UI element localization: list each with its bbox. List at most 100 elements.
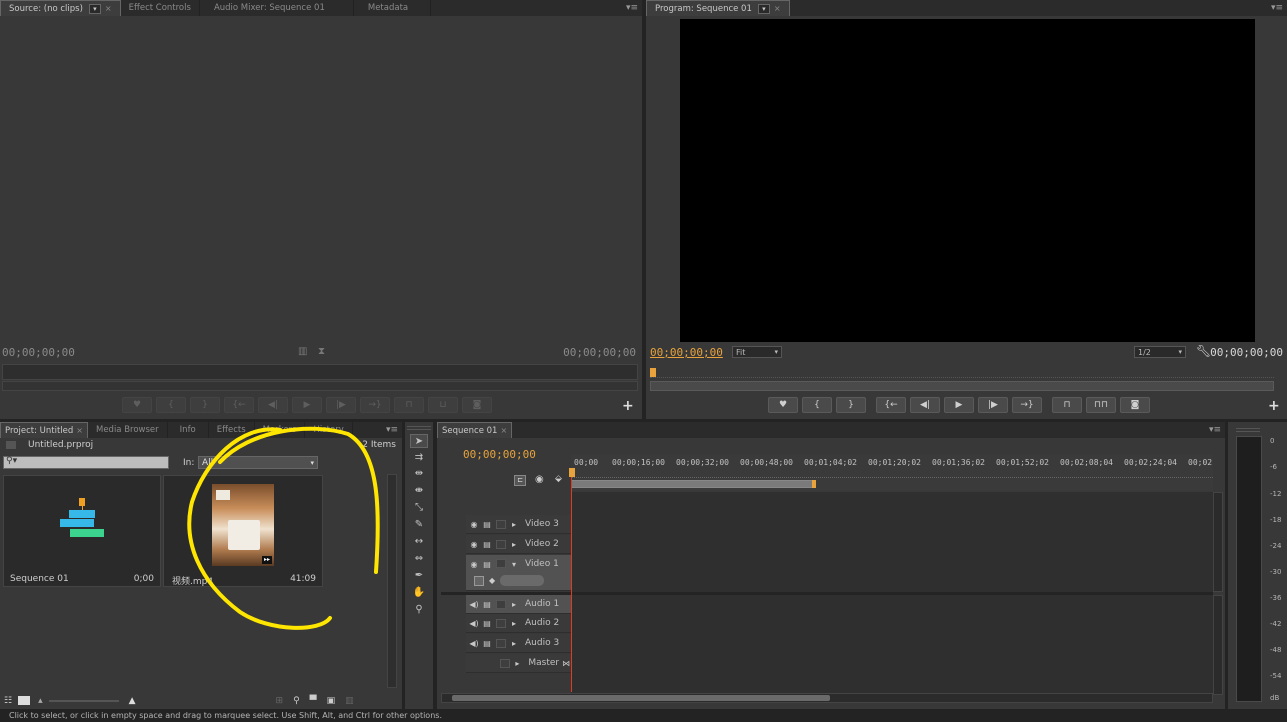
mark-out-icon[interactable]: } xyxy=(836,397,866,413)
find-icon[interactable]: ⚲ xyxy=(293,696,300,706)
program-playhead-icon[interactable] xyxy=(650,368,656,377)
program-video-canvas[interactable] xyxy=(680,19,1255,342)
project-item-sequence[interactable]: Sequence 01 0;00 xyxy=(3,475,161,587)
zoom-in-icon[interactable]: ▲ xyxy=(129,696,136,706)
razor-tool-icon[interactable]: ✎ xyxy=(410,517,428,531)
in-select[interactable]: All ▾ xyxy=(198,456,318,469)
source-time-ruler[interactable] xyxy=(2,364,638,380)
scroll-thumb[interactable] xyxy=(452,695,830,701)
audio-tracks-scrollbar[interactable] xyxy=(1213,595,1223,695)
step-forward-icon[interactable]: |▶ xyxy=(326,397,356,413)
work-area-bar[interactable] xyxy=(571,480,814,488)
sync-lock-icon[interactable]: ▤ xyxy=(482,559,492,569)
track-header-master[interactable]: ▸ Master ⋈ xyxy=(466,654,571,673)
collapse-icon[interactable]: ▾ xyxy=(509,559,519,569)
hand-tool-icon[interactable]: ✋ xyxy=(410,585,428,599)
camera-icon[interactable]: ◙ xyxy=(1120,397,1150,413)
chevron-down-icon[interactable]: ▾ xyxy=(757,3,770,14)
eye-icon[interactable]: ◉ xyxy=(469,559,479,569)
add-keyframe-icon[interactable]: ◆ xyxy=(489,576,495,585)
project-scrollbar[interactable] xyxy=(387,474,397,688)
lock-toggle[interactable] xyxy=(496,539,506,549)
zoom-tool-icon[interactable]: ⚲ xyxy=(410,602,428,616)
settings-wrench-icon[interactable]: 🔧︎ xyxy=(1196,344,1211,358)
track-header-audio-3[interactable]: ◀) ▤ ▸ Audio 3 xyxy=(466,634,571,653)
tab-audio-mixer[interactable]: Audio Mixer: Sequence 01 xyxy=(200,0,354,16)
search-input[interactable]: ⚲▾ xyxy=(3,456,169,469)
timeline-playhead-icon[interactable] xyxy=(569,468,575,477)
tab-source[interactable]: Source: (no clips) ▾ × xyxy=(0,0,121,16)
list-view-icon[interactable]: ☷ xyxy=(4,696,12,706)
sequence-timecode[interactable]: 00;00;00;00 xyxy=(463,448,536,461)
tab-history[interactable]: History xyxy=(305,422,353,438)
tab-metadata[interactable]: Metadata xyxy=(354,0,432,16)
timeline-playhead-line[interactable] xyxy=(571,477,572,692)
panel-menu-icon[interactable]: ▾≡ xyxy=(1209,422,1221,438)
lock-toggle[interactable] xyxy=(496,559,506,568)
drag-audio-icon[interactable]: ⧗ xyxy=(318,346,325,357)
expand-icon[interactable]: ▸ xyxy=(509,618,519,628)
expand-icon[interactable]: ▸ xyxy=(509,638,519,648)
project-item-video[interactable]: ▸▸ 视频.mp4 41:09 xyxy=(163,475,323,587)
tab-markers[interactable]: Markers xyxy=(255,422,306,438)
expand-icon[interactable]: ▸ xyxy=(509,519,519,529)
video-tracks-scrollbar[interactable] xyxy=(1213,492,1223,592)
track-header-audio-1[interactable]: ◀) ▤ ▸ Audio 1 xyxy=(466,595,571,614)
new-item-icon[interactable]: ▣ xyxy=(327,696,336,706)
lock-toggle[interactable] xyxy=(496,638,506,648)
speaker-icon[interactable]: ◀) xyxy=(469,618,479,628)
selection-tool-icon[interactable]: ➤ xyxy=(410,434,428,448)
panel-menu-icon[interactable]: ▾≡ xyxy=(1271,0,1283,16)
expand-icon[interactable]: ▸ xyxy=(513,658,523,668)
eye-icon[interactable]: ◉ xyxy=(469,539,479,549)
go-to-out-icon[interactable]: →} xyxy=(1012,397,1042,413)
mark-in-icon[interactable]: { xyxy=(802,397,832,413)
add-button-icon[interactable]: + xyxy=(1268,398,1280,414)
go-to-out-icon[interactable]: →} xyxy=(360,397,390,413)
video-tracks-area[interactable] xyxy=(571,492,1213,592)
slide-tool-icon[interactable]: ⇔ xyxy=(410,551,428,565)
snap-icon[interactable]: ⊏ xyxy=(514,475,526,486)
speaker-icon[interactable]: ◀) xyxy=(469,599,479,609)
zoom-select[interactable]: Fit ▾ xyxy=(732,346,782,358)
source-timecode-left[interactable]: 00;00;00;00 xyxy=(2,346,75,359)
rolling-edit-tool-icon[interactable]: ⇼ xyxy=(410,483,428,497)
tab-info[interactable]: Info xyxy=(168,422,209,438)
camera-icon[interactable]: ◙ xyxy=(462,397,492,413)
lock-toggle[interactable] xyxy=(496,599,506,609)
resolution-select[interactable]: 1/2 ▾ xyxy=(1134,346,1186,358)
sync-lock-icon[interactable]: ▤ xyxy=(482,599,492,609)
trash-icon[interactable]: ▥ xyxy=(345,696,354,706)
lock-toggle[interactable] xyxy=(496,519,506,529)
marker-icon[interactable]: ♥ xyxy=(122,397,152,413)
marker-icon[interactable]: ♥ xyxy=(768,397,798,413)
panel-menu-icon[interactable]: ▾≡ xyxy=(386,422,398,438)
add-button-icon[interactable]: + xyxy=(622,398,634,414)
ripple-edit-tool-icon[interactable]: ⇹ xyxy=(410,466,428,480)
pen-tool-icon[interactable]: ✒ xyxy=(410,568,428,582)
mark-out-icon[interactable]: } xyxy=(190,397,220,413)
slip-tool-icon[interactable]: ↔ xyxy=(410,534,428,548)
timeline-horizontal-scrollbar[interactable] xyxy=(441,693,1213,703)
chevron-down-icon[interactable]: ▾ xyxy=(88,3,101,14)
keyframe-display-icon[interactable] xyxy=(474,576,484,586)
sync-lock-icon[interactable]: ▤ xyxy=(482,519,492,529)
add-marker-icon[interactable]: ⬙ xyxy=(555,474,562,484)
program-time-ruler[interactable] xyxy=(650,377,1274,380)
new-bin-icon[interactable]: ▀ xyxy=(310,696,317,706)
tab-effects[interactable]: Effects xyxy=(209,422,255,438)
sync-lock-icon[interactable]: ▤ xyxy=(482,618,492,628)
insert-icon[interactable]: ⊓ xyxy=(394,397,424,413)
track-header-audio-2[interactable]: ◀) ▤ ▸ Audio 2 xyxy=(466,614,571,633)
extract-icon[interactable]: ⊓⊓ xyxy=(1086,397,1116,413)
close-icon[interactable]: × xyxy=(774,1,781,17)
tab-program[interactable]: Program: Sequence 01 ▾ × xyxy=(646,0,790,16)
track-header-video-3[interactable]: ◉ ▤ ▸ Video 3 xyxy=(466,515,571,534)
zoom-out-icon[interactable]: ▴ xyxy=(38,696,43,706)
keyframe-nav[interactable] xyxy=(500,575,544,586)
close-icon[interactable]: × xyxy=(76,423,83,439)
tab-media-browser[interactable]: Media Browser xyxy=(88,422,168,438)
go-to-in-icon[interactable]: {← xyxy=(876,397,906,413)
close-icon[interactable]: × xyxy=(105,1,112,17)
lock-toggle[interactable] xyxy=(496,618,506,628)
